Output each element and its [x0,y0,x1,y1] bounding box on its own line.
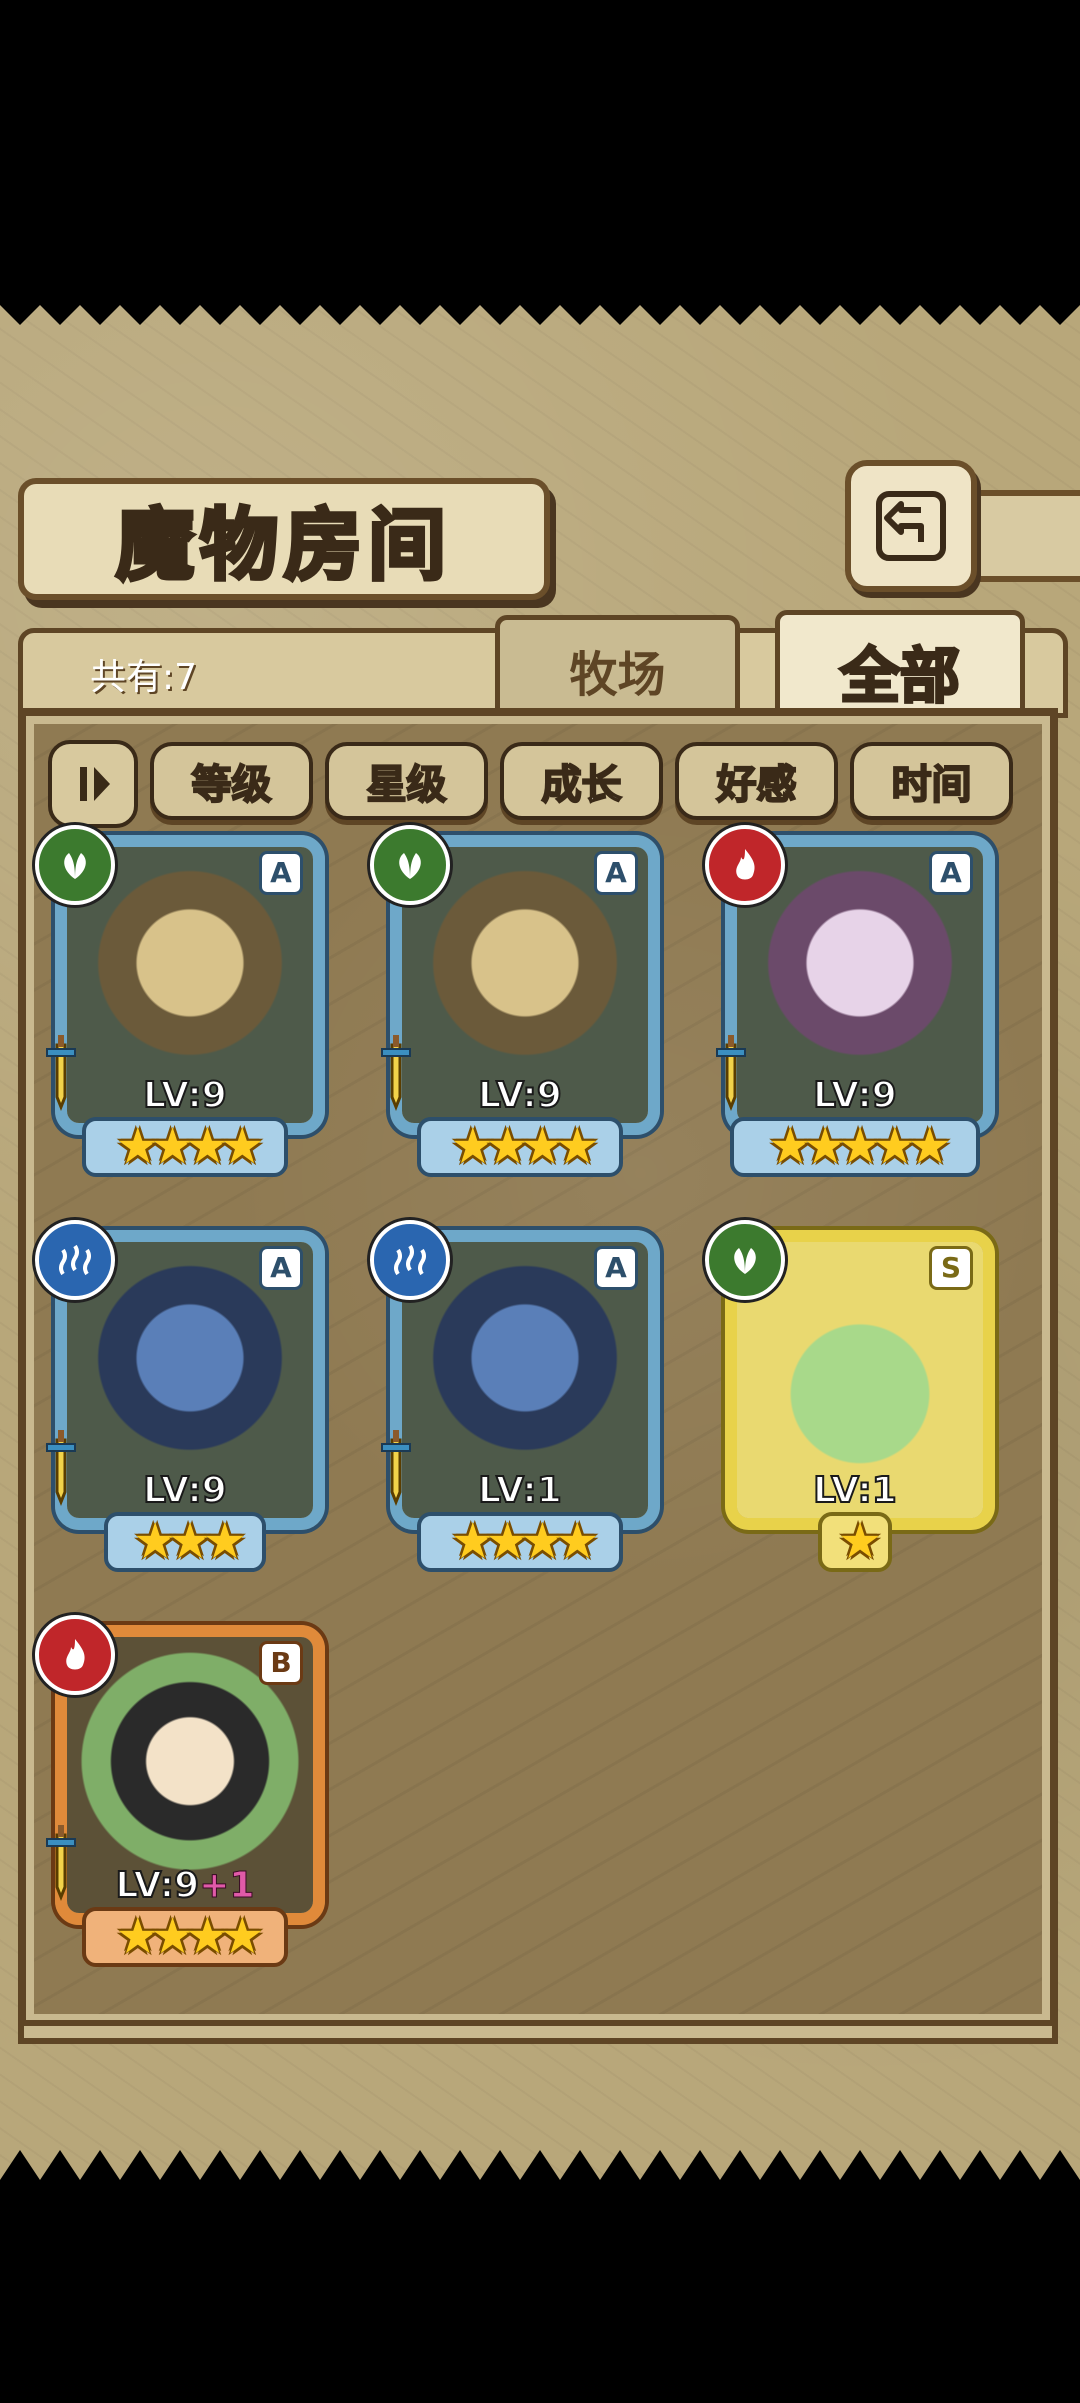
star-icon: ★ [520,1117,565,1175]
star-icon: ★ [115,1117,160,1175]
sort-order-icon [80,767,110,801]
monster-level: LV:9 [812,1074,898,1117]
star-rating: ★★★★ [370,1512,670,1570]
water-element-icon [35,1220,115,1300]
star-icon: ★ [219,1907,265,1965]
monster-card[interactable]: A LV:9 ★★★★ [35,825,335,1177]
star-rating: ★★★★ [370,1117,670,1175]
torn-edge-top [0,295,1080,325]
monster-card[interactable]: A LV:1 ★★★★ [370,1220,670,1572]
star-icon: ★ [872,1117,917,1175]
back-button-rail [965,490,1080,582]
star-icon: ★ [554,1512,600,1570]
monster-card[interactable]: A LV:9 ★★★★★ [705,825,1005,1177]
star-icon: ★ [837,1117,883,1175]
star-icon: ★ [907,1117,952,1175]
monster-level: LV:1 [477,1469,563,1512]
star-icon: ★ [202,1512,247,1570]
rank-badge: A [259,851,303,895]
monster-card[interactable]: B LV:9+1 ★★★★ [35,1615,335,1967]
nature-element-icon [35,825,115,905]
monster-count: 共有:7 [90,657,198,698]
star-rating: ★ [705,1512,1005,1570]
back-arrow-icon [876,491,946,561]
nature-element-icon [370,825,450,905]
rank-badge: A [594,1246,638,1290]
torn-edge-bottom [0,2150,1080,2210]
monster-level: LV:9 [142,1469,228,1512]
star-icon: ★ [450,1117,495,1175]
monster-level: LV:1 [812,1469,898,1512]
back-button[interactable] [845,460,977,592]
star-icon: ★ [185,1117,230,1175]
page-title: 魔物房间 [114,498,452,593]
star-icon: ★ [767,1117,813,1175]
star-icon: ★ [554,1117,600,1175]
rank-badge: A [594,851,638,895]
star-rating: ★★★★★ [705,1117,1005,1175]
sort-stars-button[interactable]: 星级 [325,742,488,820]
sort-growth-button[interactable]: 成长 [500,742,663,820]
star-icon: ★ [485,1512,530,1570]
star-rating: ★★★ [35,1512,335,1570]
star-icon: ★ [450,1512,495,1570]
panel-bottom-edge [18,2020,1058,2044]
star-icon: ★ [520,1512,565,1570]
rank-badge: B [259,1641,303,1685]
sort-affection-button[interactable]: 好感 [675,742,838,820]
fire-element-icon [35,1615,115,1695]
monster-card[interactable]: A LV:9 ★★★ [35,1220,335,1572]
star-rating: ★★★★ [35,1117,335,1175]
sort-level-button[interactable]: 等级 [150,742,313,820]
star-icon: ★ [485,1117,530,1175]
monster-card[interactable]: S LV:1 ★ [705,1220,1005,1572]
star-icon: ★ [150,1117,195,1175]
star-icon: ★ [115,1907,160,1965]
star-icon: ★ [837,1512,883,1570]
monster-card[interactable]: A LV:9 ★★★★ [370,825,670,1177]
level-bonus: +1 [199,1865,255,1907]
star-icon: ★ [167,1512,213,1570]
rank-badge: S [929,1246,973,1290]
water-element-icon [370,1220,450,1300]
star-icon: ★ [802,1117,848,1175]
nature-element-icon [705,1220,785,1300]
monster-level: LV:9 [142,1074,228,1117]
star-icon: ★ [132,1512,178,1570]
sort-time-button[interactable]: 时间 [850,742,1013,820]
monster-level: LV:9 [477,1074,563,1117]
star-icon: ★ [219,1117,265,1175]
fire-element-icon [705,825,785,905]
title-plate: 魔物房间 [18,478,550,600]
sort-order-toggle[interactable] [48,740,138,828]
star-icon: ★ [185,1907,230,1965]
monster-level: LV:9+1 [115,1864,255,1907]
star-icon: ★ [150,1907,195,1965]
rank-badge: A [259,1246,303,1290]
rank-badge: A [929,851,973,895]
star-rating: ★★★★ [35,1907,335,1965]
